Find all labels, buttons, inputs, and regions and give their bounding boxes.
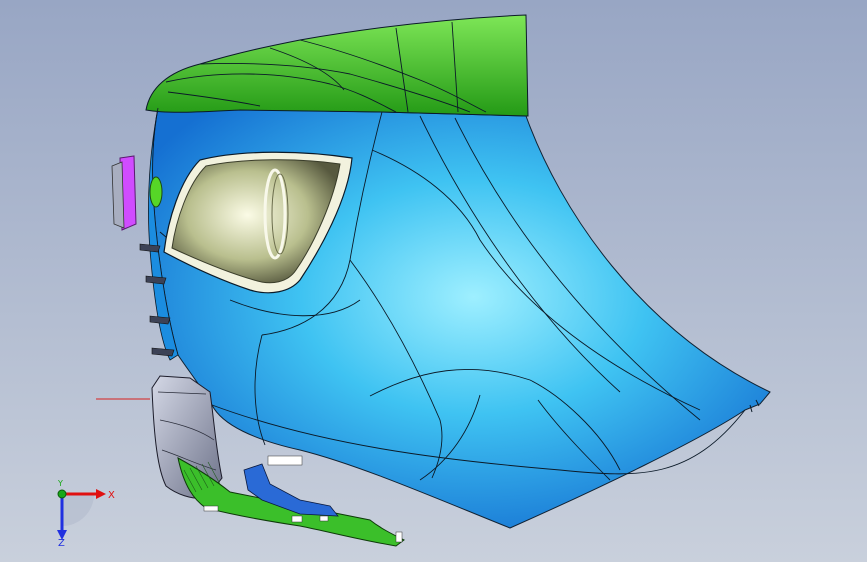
tail-lamp-mount — [111, 161, 125, 229]
y-axis-label: Y — [57, 480, 63, 488]
x-axis-label: X — [108, 490, 115, 501]
triad-quadrant — [62, 494, 94, 526]
z-axis-label: Z — [58, 538, 65, 546]
graphics-viewport[interactable]: X Y Z — [0, 0, 867, 562]
rear-spoiler[interactable] — [145, 14, 529, 117]
y-axis-icon — [57, 489, 67, 499]
bumper-3d-model[interactable] — [0, 0, 867, 562]
parking-sensor[interactable] — [149, 176, 163, 208]
coordinate-triad[interactable]: X Y Z — [46, 480, 120, 546]
x-axis-arrow-icon — [96, 489, 106, 499]
